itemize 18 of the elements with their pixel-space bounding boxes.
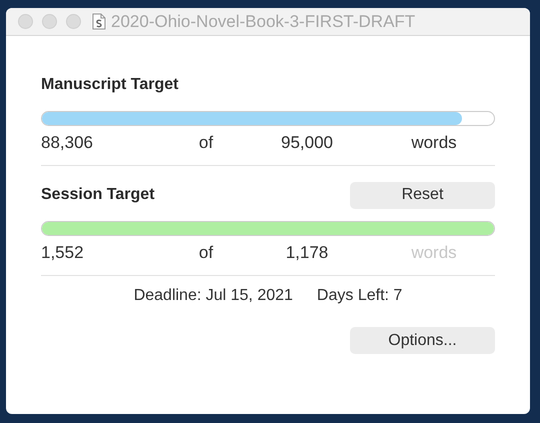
word-count: 88,306 [41, 133, 94, 153]
close-button[interactable] [18, 14, 33, 29]
document-icon [92, 13, 106, 30]
deadline-text: Deadline: Jul 15, 2021 [134, 287, 293, 305]
words-label: words [410, 133, 458, 153]
minimize-button[interactable] [42, 14, 57, 29]
zoom-button[interactable] [66, 14, 81, 29]
target-count: 95,000 [280, 133, 334, 153]
window-title: 2020-Ohio-Novel-Book-3-FIRST-DRAFT [111, 12, 416, 32]
word-count: 1,552 [41, 243, 85, 263]
reset-button[interactable]: Reset [350, 182, 495, 208]
section-heading: Manuscript Target [41, 76, 178, 94]
of-label: of [198, 133, 214, 153]
options-button[interactable]: Options... [350, 327, 495, 354]
days-left-text: Days Left: 7 [316, 287, 402, 305]
target-count: 1,178 [284, 243, 330, 263]
section-heading: Session Target [41, 186, 155, 204]
of-label: of [198, 243, 214, 263]
